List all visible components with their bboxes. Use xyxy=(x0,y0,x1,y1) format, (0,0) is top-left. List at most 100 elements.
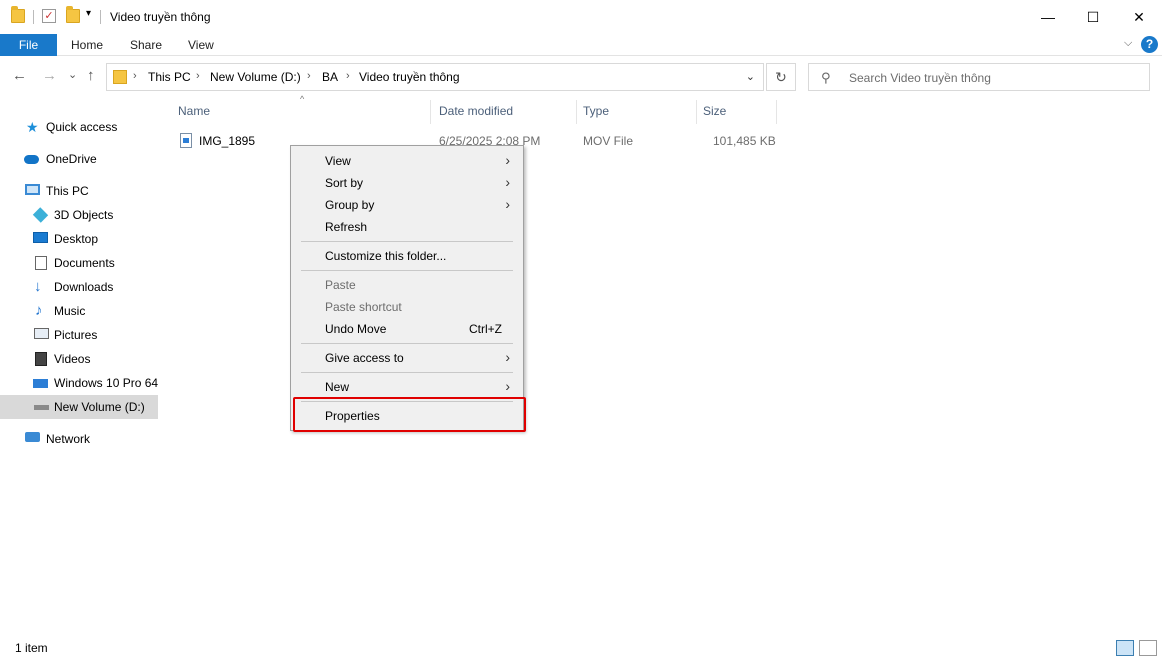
sidebar-item-label: This PC xyxy=(46,184,89,198)
up-button[interactable]: ↑ xyxy=(87,67,95,84)
menu-item-customize-folder[interactable]: Customize this folder... xyxy=(294,245,520,267)
sort-ascending-icon: ^ xyxy=(300,94,305,104)
back-button[interactable]: ← xyxy=(12,67,27,84)
breadcrumb-separator: › xyxy=(346,70,350,82)
documents-icon xyxy=(35,256,47,270)
sidebar-item-new-volume[interactable]: New Volume (D:) xyxy=(0,395,158,419)
sidebar-item-label: 3D Objects xyxy=(54,208,114,222)
sidebar-item-network[interactable]: Network xyxy=(0,427,158,451)
sidebar-item-this-pc[interactable]: This PC xyxy=(0,179,158,203)
tab-home[interactable]: Home xyxy=(71,34,103,56)
customize-quick-access-icon[interactable]: ▾ xyxy=(86,8,91,19)
breadcrumb-new-volume[interactable]: New Volume (D:) xyxy=(210,70,301,84)
3d-objects-icon xyxy=(32,207,49,223)
refresh-button[interactable]: ↻ xyxy=(766,63,796,91)
breadcrumb-current-folder[interactable]: Video truyền thông xyxy=(359,70,460,84)
address-dropdown-icon[interactable]: ⌄ xyxy=(746,70,755,83)
breadcrumb-ba[interactable]: BA xyxy=(322,70,338,84)
breadcrumb-this-pc[interactable]: This PC xyxy=(148,70,191,84)
address-bar[interactable]: › This PC › New Volume (D:) › BA › Video… xyxy=(106,63,764,91)
file-size: 101,485 KB xyxy=(713,134,776,148)
menu-separator xyxy=(301,372,513,373)
menu-item-label: Paste xyxy=(325,278,356,292)
download-icon: ↓ xyxy=(34,278,42,295)
column-divider[interactable] xyxy=(696,100,697,124)
column-header-size[interactable]: Size xyxy=(703,104,726,118)
window-title: Video truyền thông xyxy=(110,10,211,24)
cloud-icon xyxy=(24,155,39,164)
breadcrumb-separator: › xyxy=(133,70,137,82)
menu-item-refresh[interactable]: Refresh xyxy=(294,216,520,238)
breadcrumb-separator: › xyxy=(307,70,311,82)
sidebar-item-quick-access[interactable]: ★ Quick access xyxy=(0,115,158,139)
column-divider[interactable] xyxy=(576,100,577,124)
star-icon: ★ xyxy=(26,119,39,135)
tab-file[interactable]: File xyxy=(0,34,57,56)
videos-icon xyxy=(35,352,47,366)
menu-item-new[interactable]: New › xyxy=(294,376,520,398)
menu-separator xyxy=(301,241,513,242)
sidebar-item-documents[interactable]: Documents xyxy=(0,251,158,275)
menu-item-paste-shortcut: Paste shortcut xyxy=(294,296,520,318)
sidebar-item-pictures[interactable]: Pictures xyxy=(0,323,158,347)
desktop-icon xyxy=(33,232,48,243)
chevron-right-icon: › xyxy=(505,152,510,168)
forward-button[interactable]: → xyxy=(42,67,57,84)
new-folder-quick-icon[interactable] xyxy=(66,6,80,23)
column-header-name[interactable]: Name xyxy=(178,104,210,118)
chevron-right-icon: › xyxy=(505,349,510,365)
menu-item-give-access[interactable]: Give access to › xyxy=(294,347,520,369)
search-placeholder: Search Video truyền thông xyxy=(849,71,991,85)
large-icons-view-icon[interactable] xyxy=(1139,640,1157,656)
sidebar-item-label: Downloads xyxy=(54,280,114,294)
sidebar-item-windows-drive[interactable]: Windows 10 Pro 64b xyxy=(0,371,158,395)
menu-item-paste: Paste xyxy=(294,274,520,296)
column-header-type[interactable]: Type xyxy=(583,104,609,118)
pictures-icon xyxy=(34,328,49,339)
menu-item-undo-move[interactable]: Undo Move Ctrl+Z xyxy=(294,318,520,340)
menu-item-sort-by[interactable]: Sort by › xyxy=(294,172,520,194)
search-input[interactable]: ⚲ Search Video truyền thông xyxy=(808,63,1150,91)
divider xyxy=(100,10,101,24)
sidebar-item-music[interactable]: ♪ Music xyxy=(0,299,158,323)
close-button[interactable]: ✕ xyxy=(1116,0,1162,34)
tab-view[interactable]: View xyxy=(188,34,214,56)
music-icon: ♪ xyxy=(35,302,43,319)
expand-ribbon-icon[interactable]: ⌵ xyxy=(1124,37,1132,50)
chevron-right-icon: › xyxy=(505,196,510,212)
chevron-right-icon: › xyxy=(505,378,510,394)
sidebar-item-videos[interactable]: Videos xyxy=(0,347,158,371)
divider xyxy=(33,10,34,24)
menu-item-label: View xyxy=(325,154,351,168)
context-menu: View › Sort by › Group by › Refresh Cust… xyxy=(290,145,524,431)
maximize-button[interactable]: ☐ xyxy=(1070,0,1116,34)
help-icon[interactable]: ? xyxy=(1141,36,1158,53)
sidebar-item-label: OneDrive xyxy=(46,152,97,166)
sidebar-item-onedrive[interactable]: OneDrive xyxy=(0,147,158,171)
column-divider[interactable] xyxy=(430,100,431,124)
sidebar-item-label: Network xyxy=(46,432,91,446)
column-header-date-modified[interactable]: Date modified xyxy=(439,104,513,118)
menu-item-label: Sort by xyxy=(325,176,364,190)
properties-quick-icon[interactable]: ✓ xyxy=(42,9,56,23)
details-view-icon[interactable] xyxy=(1116,640,1134,656)
recent-locations-button[interactable]: ⌄ xyxy=(68,68,77,81)
sidebar-item-label: Documents xyxy=(54,256,115,270)
drive-icon xyxy=(34,405,49,410)
sidebar-item-3d-objects[interactable]: 3D Objects xyxy=(0,203,158,227)
sidebar-item-downloads[interactable]: ↓ Downloads xyxy=(0,275,158,299)
sidebar-item-desktop[interactable]: Desktop xyxy=(0,227,158,251)
tab-share[interactable]: Share xyxy=(130,34,162,56)
folder-icon[interactable] xyxy=(11,6,25,23)
menu-item-label: Give access to xyxy=(325,351,404,365)
file-type: MOV File xyxy=(583,134,634,148)
status-bar: 1 item xyxy=(0,636,1162,660)
title-bar: ✓ ▾ Video truyền thông — ☐ ✕ xyxy=(0,0,1162,34)
minimize-button[interactable]: — xyxy=(1025,0,1071,34)
windows-drive-icon xyxy=(33,379,48,388)
column-divider[interactable] xyxy=(776,100,777,124)
folder-icon xyxy=(113,70,127,84)
sidebar-item-label: Pictures xyxy=(54,328,98,342)
menu-item-group-by[interactable]: Group by › xyxy=(294,194,520,216)
menu-item-view[interactable]: View › xyxy=(294,150,520,172)
